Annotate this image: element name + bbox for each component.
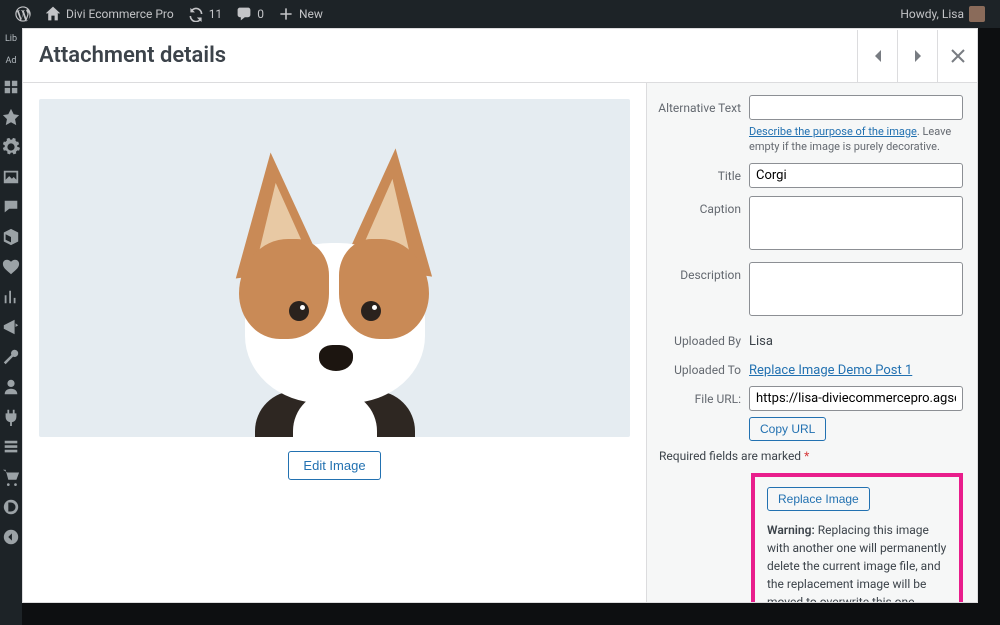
alt-text-label: Alternative Text [657,95,749,115]
alt-help-link[interactable]: Describe the purpose of the image [749,125,917,138]
uploaded-to-label: Uploaded To [657,357,749,377]
modal-title: Attachment details [23,29,857,82]
tools-icon[interactable] [2,438,20,456]
prev-button[interactable] [857,30,897,82]
comments-count: 0 [257,7,264,21]
heart-icon[interactable] [2,258,20,276]
uploaded-to-link[interactable]: Replace Image Demo Post 1 [749,363,912,378]
attachment-details-modal: Attachment details [22,28,978,603]
new-item[interactable]: New [271,0,330,28]
uploaded-by-label: Uploaded By [657,328,749,348]
cart-icon[interactable] [2,468,20,486]
replace-image-section: Replace Image Warning: Replacing this im… [751,473,963,602]
user-icon[interactable] [2,378,20,396]
gear-icon[interactable] [2,138,20,156]
pin-icon[interactable] [2,108,20,126]
wp-admin-sidebar: Lib Ad [0,28,22,625]
required-note: Required fields are marked * [659,449,963,463]
replace-image-button[interactable]: Replace Image [767,487,870,511]
file-url-input[interactable] [749,386,963,411]
sidebar-lib[interactable]: Lib [5,34,17,44]
chevron-right-icon [908,46,928,66]
alt-text-input[interactable] [749,95,963,120]
file-url-label: File URL: [657,386,749,406]
media-preview-column: Edit Image [23,83,647,602]
caption-input[interactable] [749,196,963,250]
edit-image-button[interactable]: Edit Image [288,451,380,480]
close-icon [948,46,968,66]
chart-icon[interactable] [2,288,20,306]
comment-icon [236,6,252,22]
close-button[interactable] [937,30,977,82]
updates-item[interactable]: 11 [181,0,230,28]
updates-icon [188,6,204,22]
copy-url-button[interactable]: Copy URL [749,417,826,441]
comments-item[interactable]: 0 [229,0,271,28]
megaphone-icon[interactable] [2,318,20,336]
wordpress-icon [15,6,31,22]
corgi-illustration [185,143,485,437]
cube-icon[interactable] [2,228,20,246]
new-label: New [299,7,323,21]
wp-logo[interactable] [8,0,38,28]
divi-icon[interactable] [2,498,20,516]
plugins-icon[interactable] [2,408,20,426]
attachment-details-column: Alternative Text Describe the purpose of… [647,83,977,602]
updates-count: 11 [209,7,223,21]
next-button[interactable] [897,30,937,82]
uploaded-by-value: Lisa [749,328,963,349]
comments-icon[interactable] [2,198,20,216]
modal-header: Attachment details [23,29,977,83]
dashboard-icon[interactable] [2,78,20,96]
home-icon [45,6,61,22]
collapse-icon[interactable] [2,528,20,546]
site-name: Divi Ecommerce Pro [66,7,174,21]
attachment-image [39,99,630,437]
media-icon[interactable] [2,168,20,186]
chevron-left-icon [868,46,888,66]
title-label: Title [657,163,749,183]
title-input[interactable] [749,163,963,188]
wp-admin-bar: Divi Ecommerce Pro 11 0 New Howdy, Lisa [0,0,1000,28]
avatar [969,6,985,22]
plus-icon [278,6,294,22]
sidebar-ad[interactable]: Ad [6,56,17,66]
replace-warning: Warning: Replacing this image with anoth… [767,521,947,602]
site-name-item[interactable]: Divi Ecommerce Pro [38,0,181,28]
wrench-icon[interactable] [2,348,20,366]
alt-text-help: Describe the purpose of the image. Leave… [749,124,963,155]
howdy-text: Howdy, Lisa [900,7,964,21]
description-label: Description [657,262,749,282]
caption-label: Caption [657,196,749,216]
howdy-item[interactable]: Howdy, Lisa [893,0,992,28]
description-input[interactable] [749,262,963,316]
